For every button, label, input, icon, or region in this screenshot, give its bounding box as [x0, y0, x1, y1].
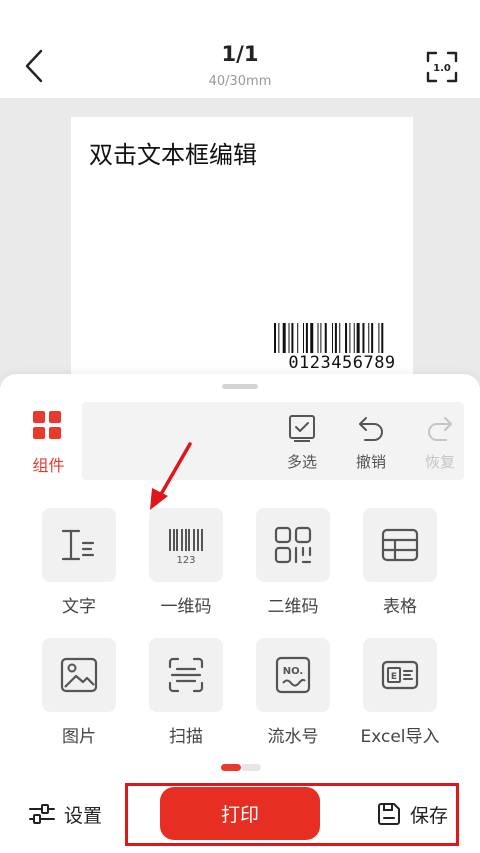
component-panel: 组件 多选 撤销 恢复 文字 123 一维码 二维码 表格 图片 扫描 NO. …	[0, 374, 480, 853]
serial-number-icon: NO.	[275, 656, 311, 694]
barcode-bar	[339, 323, 341, 353]
component-label: 流水号	[267, 727, 319, 747]
barcode-bar	[303, 323, 304, 353]
label-paper[interactable]: 双击文本框编辑 0123456789	[71, 117, 413, 388]
drag-handle[interactable]	[222, 384, 258, 389]
svg-text:123: 123	[176, 555, 195, 565]
barcode-bar	[274, 323, 276, 353]
barcode-bar	[324, 323, 327, 353]
multi-select-button[interactable]: 多选	[277, 414, 327, 474]
page-dots	[221, 764, 261, 772]
component-barcode[interactable]: 123 一维码	[141, 508, 231, 628]
settings-label: 设置	[64, 804, 103, 827]
component-scan[interactable]: 扫描	[141, 638, 231, 758]
sliders-icon	[29, 804, 55, 824]
barcode-bar	[378, 323, 380, 353]
annotation-highlight-box	[125, 783, 459, 846]
page-dot-active	[221, 764, 241, 771]
editing-canvas: 双击文本框编辑 0123456789	[0, 98, 480, 388]
barcode-icon: 123	[169, 529, 203, 565]
table-icon	[381, 528, 419, 562]
barcode-bar	[305, 323, 308, 353]
component-label: 二维码	[267, 597, 319, 617]
component-qrcode[interactable]: 二维码	[248, 508, 338, 628]
scan-icon	[168, 657, 204, 693]
undo-icon	[359, 417, 383, 441]
barcode-bar	[349, 323, 351, 353]
page-dot[interactable]	[241, 764, 261, 771]
barcode-bar	[345, 323, 348, 353]
qrcode-icon	[274, 526, 312, 564]
tab-components-label: 组件	[32, 456, 65, 475]
redo-icon	[428, 417, 452, 441]
image-icon	[60, 657, 98, 693]
barcode-bar	[332, 323, 333, 353]
excel-import-icon: E	[381, 660, 419, 690]
tab-components[interactable]: 组件	[15, 402, 82, 480]
barcode-bar	[282, 323, 286, 353]
svg-text:E: E	[391, 672, 397, 682]
label-size: 40/30mm	[208, 74, 272, 89]
component-serial-number[interactable]: NO. 流水号	[248, 638, 338, 758]
multi-select-label: 多选	[286, 453, 317, 471]
barcode-bar	[288, 323, 290, 353]
undo-label: 撤销	[355, 453, 386, 471]
component-label: 文字	[62, 597, 96, 617]
barcode-bar	[362, 323, 365, 353]
component-label: 表格	[383, 597, 417, 617]
barcode-bar	[371, 323, 374, 353]
component-text[interactable]: 文字	[34, 508, 124, 628]
barcode-element[interactable]	[274, 323, 410, 353]
barcode-bar	[368, 323, 370, 353]
barcode-bar	[381, 323, 384, 353]
barcode-number: 0123456789	[288, 353, 396, 373]
barcode-bar	[334, 323, 337, 353]
component-image[interactable]: 图片	[34, 638, 124, 758]
fit-screen-icon: 1.0	[426, 51, 458, 83]
text-box-element[interactable]: 双击文本框编辑	[89, 135, 257, 170]
component-label: 一维码	[160, 597, 212, 617]
zoom-fit-button[interactable]: 1.0	[424, 49, 460, 85]
grid-icon	[33, 411, 61, 439]
settings-button[interactable]: 设置	[28, 799, 102, 829]
barcode-bar	[317, 323, 319, 353]
zoom-value: 1.0	[433, 63, 451, 74]
barcode-bar	[291, 323, 294, 353]
text-icon	[61, 529, 95, 561]
top-bar: 1/1 40/30mm 1.0	[0, 0, 480, 98]
page-indicator: 1/1	[221, 42, 259, 66]
barcode-bar	[356, 323, 360, 353]
barcode-bar	[353, 323, 355, 353]
redo-label: 恢复	[424, 453, 455, 471]
component-label: 扫描	[169, 727, 203, 747]
barcode-bar	[310, 323, 314, 353]
component-table[interactable]: 表格	[355, 508, 445, 628]
component-label: 图片	[62, 727, 96, 747]
component-excel-import[interactable]: E Excel导入	[355, 638, 445, 758]
component-label: Excel导入	[360, 727, 440, 747]
barcode-bar	[278, 323, 280, 353]
redo-button[interactable]: 恢复	[415, 414, 465, 474]
barcode-bar	[297, 323, 299, 353]
multi-select-icon	[289, 415, 315, 442]
undo-button[interactable]: 撤销	[346, 414, 396, 474]
svg-text:NO.: NO.	[283, 666, 303, 677]
barcode-bar	[320, 323, 322, 353]
annotation-arrow-icon	[150, 442, 192, 510]
